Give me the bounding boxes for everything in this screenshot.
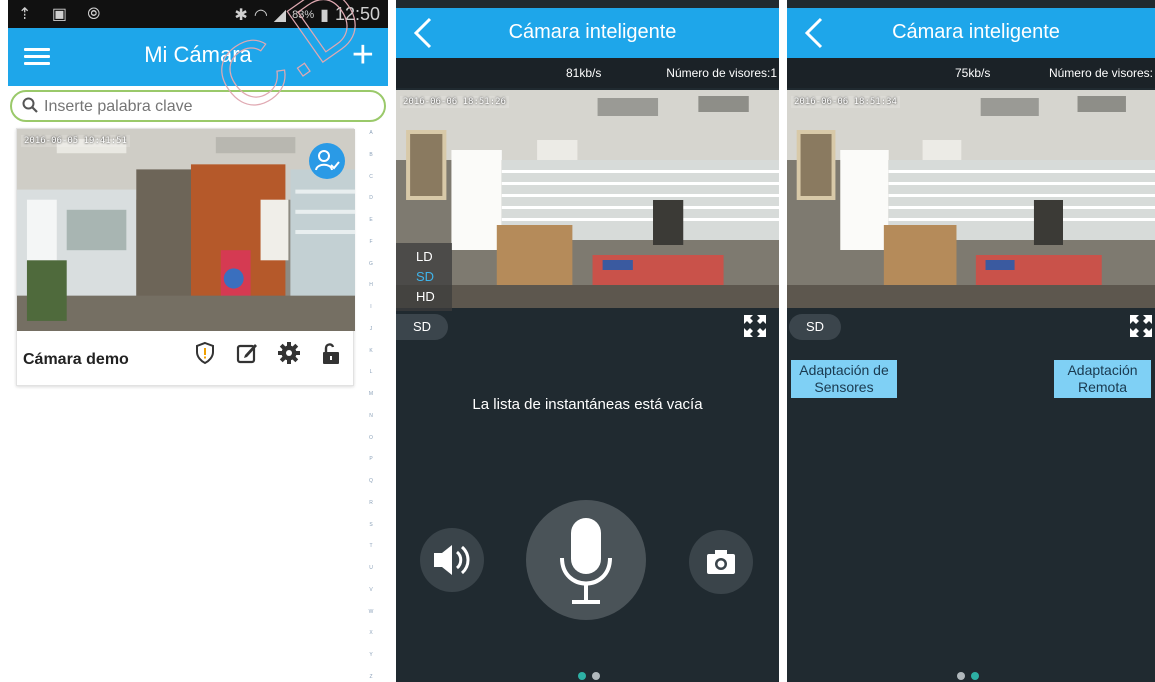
search-input[interactable] <box>44 96 364 118</box>
page-dot <box>591 672 600 680</box>
status-bar: ⇡ ▣ ⦾ ✱ ◠ ◢ 83% ▮ 12:50 <box>8 0 388 28</box>
page-title: Cámara inteligente <box>892 21 1060 43</box>
page-indicator <box>577 672 600 680</box>
alphabet-index-letter[interactable]: M <box>369 391 373 397</box>
add-icon[interactable]: + <box>352 34 374 77</box>
empty-snapshots-message: La lista de instantáneas está vacía <box>472 396 703 413</box>
alphabet-index[interactable]: A B C D E F G H I J K L M N O P Q R S T U V W X Y Z <box>364 130 378 680</box>
clock: 12:50 <box>334 4 380 24</box>
camera-card[interactable]: 2016-06-05 19:41:51 Cámara demo <box>16 128 354 386</box>
alphabet-index-letter[interactable]: W <box>369 609 374 615</box>
resolution-option-hd[interactable]: HD <box>416 287 435 307</box>
page-indicator <box>957 672 979 680</box>
resolution-option-ld[interactable]: LD <box>416 247 433 267</box>
camera-name: Cámara demo <box>23 351 129 368</box>
alphabet-index-letter[interactable]: P <box>369 456 372 462</box>
alphabet-index-letter[interactable]: G <box>369 261 373 267</box>
status-left-icons: ⇡ ▣ ⦾ <box>18 6 109 23</box>
camera-icon <box>707 550 735 574</box>
microphone-button[interactable] <box>526 500 646 620</box>
alert-shield-icon[interactable] <box>193 341 217 365</box>
bitrate: 81kb/s <box>566 66 602 80</box>
battery-icon: ▮ <box>320 6 329 24</box>
alphabet-index-letter[interactable]: X <box>369 630 372 636</box>
video-timestamp: 2016-06-06 18:51:34 <box>791 96 900 108</box>
alphabet-index-letter[interactable]: H <box>369 282 373 288</box>
wifi-icon: ◠ <box>253 6 268 24</box>
search-icon <box>22 97 38 113</box>
alphabet-index-letter[interactable]: F <box>369 239 372 245</box>
alphabet-index-letter[interactable]: S <box>369 522 372 528</box>
alphabet-index-letter[interactable]: D <box>369 195 373 201</box>
bitrate: 75kb/s <box>955 66 991 80</box>
alphabet-index-letter[interactable]: Z <box>369 674 372 680</box>
stream-stats: 81kb/s Número de visores:1 <box>396 58 779 88</box>
battery-level: 83% <box>292 8 315 21</box>
search-box[interactable] <box>10 90 386 122</box>
live-video-image <box>396 90 779 308</box>
quality-button[interactable]: SD <box>396 314 448 340</box>
page-dot-active <box>971 672 979 680</box>
settings-gear-icon[interactable] <box>277 341 301 365</box>
live-video[interactable]: 2016-06-06 18:51:26 <box>396 90 779 308</box>
alphabet-index-letter[interactable]: T <box>369 543 372 549</box>
signal-icon: ◢ <box>273 6 287 24</box>
edit-icon[interactable] <box>235 341 259 365</box>
resolution-option-sd[interactable]: SD <box>416 267 434 287</box>
app-bar: Cámara inteligente <box>396 8 779 58</box>
speaker-button[interactable] <box>420 528 484 592</box>
smart-camera-screen-1: Cámara inteligente 81kb/s Número de viso… <box>396 0 779 682</box>
alphabet-index-letter[interactable]: O <box>369 435 373 441</box>
alphabet-index-letter[interactable]: J <box>370 326 373 332</box>
camera-preview-image <box>17 129 355 331</box>
page-title: Cámara inteligente <box>508 21 677 43</box>
page-title: Mi Cámara <box>144 42 252 67</box>
alphabet-index-letter[interactable]: I <box>370 304 371 310</box>
speaker-icon <box>434 545 470 575</box>
alphabet-index-letter[interactable]: C <box>369 174 373 180</box>
remote-adaptation-button[interactable]: Adaptación Remota <box>1054 360 1151 398</box>
page-dot-active <box>577 672 586 680</box>
smart-camera-screen-2: Cámara inteligente 75kb/s Número de viso… <box>787 0 1155 682</box>
live-video-image <box>787 90 1155 308</box>
alphabet-index-letter[interactable]: R <box>369 500 373 506</box>
fullscreen-icon[interactable] <box>1129 314 1153 338</box>
camera-preview[interactable]: 2016-06-05 19:41:51 <box>17 129 355 331</box>
alphabet-index-letter[interactable]: K <box>369 348 372 354</box>
page-dot <box>957 672 965 680</box>
fullscreen-icon[interactable] <box>743 314 767 338</box>
unlock-icon[interactable] <box>319 341 343 365</box>
video-timestamp: 2016-06-06 18:51:26 <box>400 96 509 108</box>
alphabet-index-letter[interactable]: Y <box>369 652 372 658</box>
quality-button[interactable]: SD <box>789 314 841 340</box>
resolution-menu[interactable]: LD SD HD <box>396 243 452 311</box>
stream-stats: 75kb/s Número de visores: <box>787 58 1155 88</box>
sensor-adaptation-button[interactable]: Adaptación de Sensores <box>791 360 897 398</box>
app-bar: Mi Cámara + <box>8 28 388 86</box>
alphabet-index-letter[interactable]: Q <box>369 478 373 484</box>
alphabet-index-letter[interactable]: L <box>370 369 373 375</box>
user-check-icon[interactable] <box>309 143 345 179</box>
preview-timestamp: 2016-06-05 19:41:51 <box>21 135 130 147</box>
app-bar: Cámara inteligente <box>787 8 1155 58</box>
viewer-count: Número de visores: <box>1048 66 1153 80</box>
microphone-icon <box>560 518 612 604</box>
alphabet-index-letter[interactable]: B <box>369 152 372 158</box>
alphabet-index-letter[interactable]: E <box>369 217 372 223</box>
viewer-count: Número de visores:1 <box>666 66 777 80</box>
live-video[interactable]: 2016-06-06 18:51:34 <box>787 90 1155 308</box>
alphabet-index-letter[interactable]: A <box>369 130 372 136</box>
alphabet-index-letter[interactable]: V <box>369 587 372 593</box>
snapshot-button[interactable] <box>689 530 753 594</box>
bluetooth-icon: ✱ <box>234 6 248 24</box>
alphabet-index-letter[interactable]: N <box>369 413 373 419</box>
alphabet-index-letter[interactable]: U <box>369 565 373 571</box>
camera-list-screen: ⇡ ▣ ⦾ ✱ ◠ ◢ 83% ▮ 12:50 Mi Cámara + 2016… <box>8 0 388 682</box>
